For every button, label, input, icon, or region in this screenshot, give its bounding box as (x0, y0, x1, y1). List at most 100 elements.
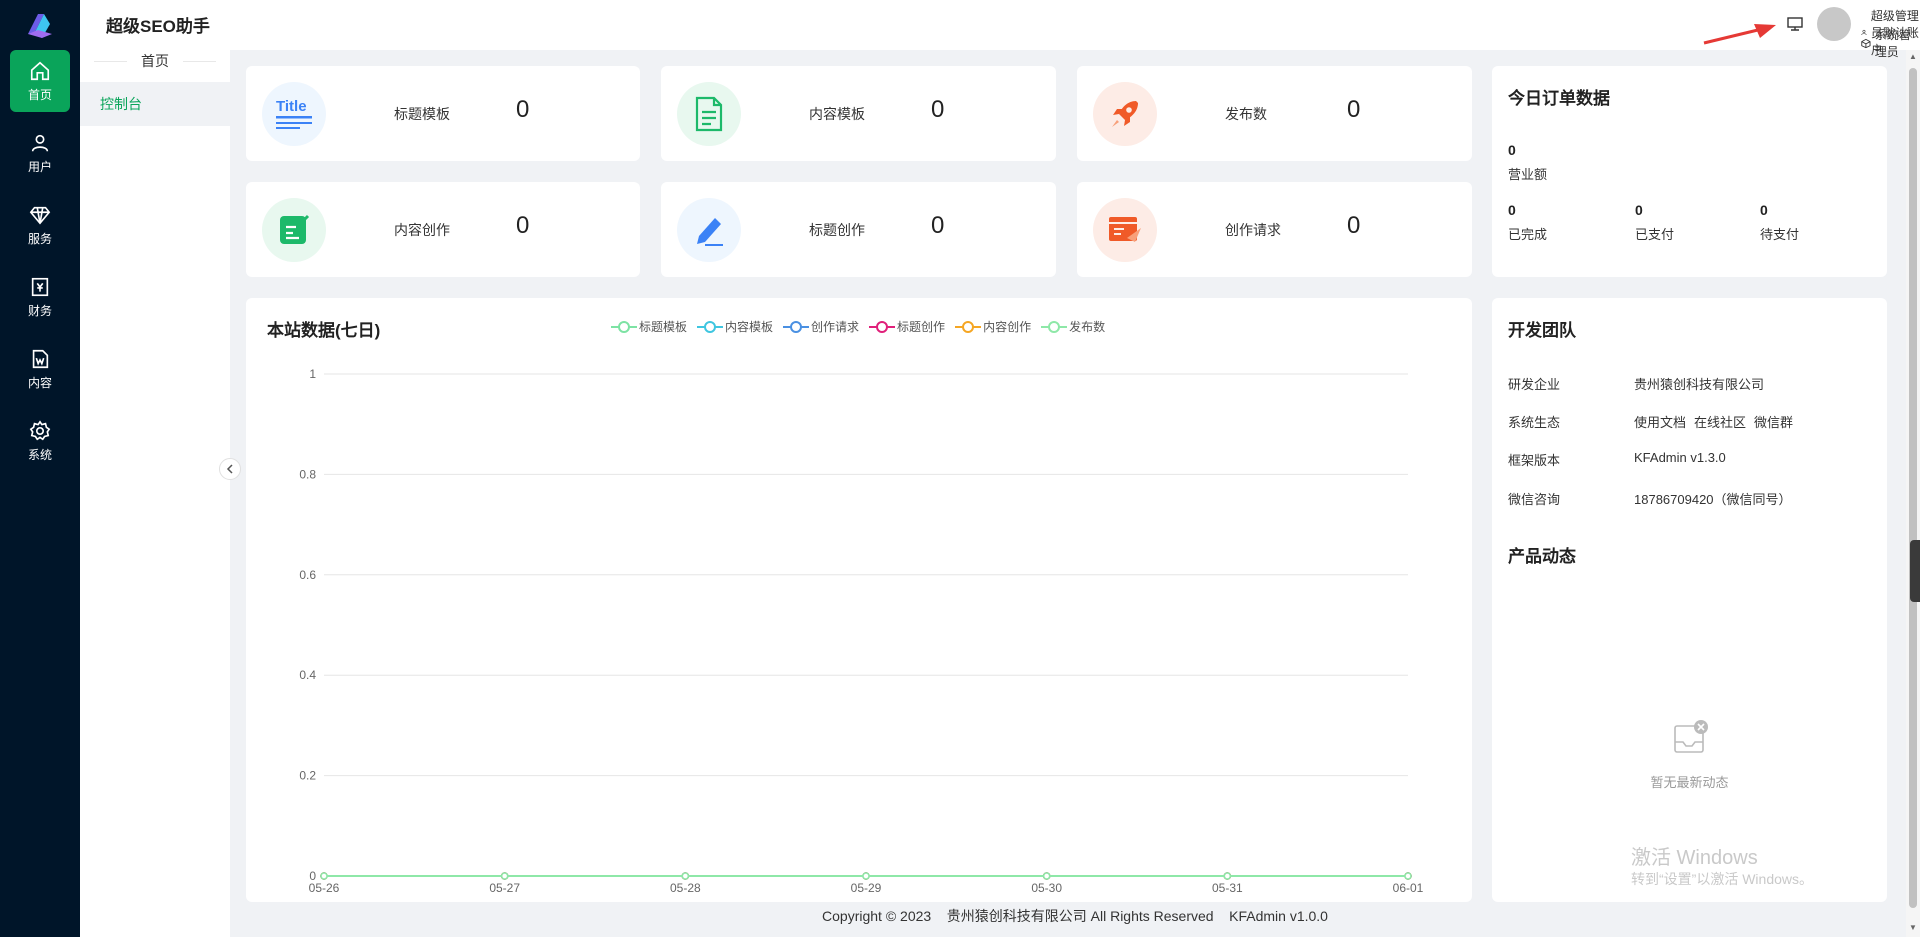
side-rail: 首页 用户 服务 财务 内容 系统 (0, 0, 80, 937)
scroll-up-arrow-icon[interactable]: ▲ (1908, 52, 1918, 62)
x-tick-label: 06-01 (1393, 881, 1424, 895)
rail-label: 首页 (27, 88, 52, 102)
stat-label: 创作请求 (1225, 222, 1281, 238)
data-point (1223, 872, 1232, 880)
home-icon (30, 61, 50, 81)
submenu-item-console[interactable]: 控制台 (80, 82, 230, 126)
company-value: 贵州猿创科技有限公司 (1634, 377, 1765, 392)
stat-card-publish[interactable]: 发布数 0 (1077, 66, 1472, 161)
cube-icon (1861, 38, 1871, 48)
data-point (862, 872, 870, 880)
stat-label: 标题创作 (809, 222, 865, 238)
x-tick-label: 05-30 (1031, 881, 1062, 895)
page-scrollbar[interactable]: ▲ ▼ (1906, 50, 1920, 937)
finance-icon (31, 277, 49, 297)
company-key: 研发企业 (1508, 377, 1561, 392)
activation-watermark-title: 激活 Windows (1631, 847, 1758, 869)
paid-value: 0 (1635, 202, 1643, 218)
wechat-group-link[interactable]: 微信群 (1754, 415, 1793, 430)
chevron-left-icon (226, 464, 233, 474)
submenu-title-text: 首页 (127, 53, 183, 69)
revenue-label: 营业额 (1508, 167, 1548, 182)
version-key: 框架版本 (1508, 453, 1561, 468)
rail-item-finance[interactable]: 财务 (10, 266, 70, 328)
y-tick-label: 0.4 (299, 668, 316, 682)
stat-value: 0 (516, 96, 530, 123)
docs-link[interactable]: 使用文档 (1634, 415, 1686, 430)
empty-news-text: 暂无最新动态 (1650, 775, 1729, 790)
side-floating-tab[interactable] (1910, 540, 1920, 602)
stat-card-create-request[interactable]: 创作请求 0 (1077, 182, 1472, 277)
y-tick-label: 1 (309, 367, 316, 381)
stat-label: 发布数 (1225, 106, 1267, 122)
sub-menu: 首页 控制台 (80, 50, 230, 937)
rail-label: 财务 (27, 304, 52, 318)
diamond-icon (29, 206, 51, 225)
news-title: 产品动态 (1508, 547, 1576, 566)
data-point (320, 872, 328, 880)
revenue-value: 0 (1508, 142, 1516, 158)
stat-icon-wrap (262, 198, 326, 262)
x-tick-label: 05-27 (489, 881, 520, 895)
title-template-icon: Title (276, 98, 312, 129)
activation-watermark-hint: 转到“设置”以激活 Windows。 (1631, 871, 1814, 887)
wechat-key: 微信咨询 (1508, 492, 1561, 507)
today-orders-card: 今日订单数据 0 营业额 0 已完成 0 已支付 0 待支付 (1492, 66, 1887, 277)
app-title: 超级SEO助手 (106, 17, 210, 36)
stat-value: 0 (516, 212, 530, 239)
completed-value: 0 (1508, 202, 1516, 218)
stat-card-title-template[interactable]: Title 标题模板 0 (246, 66, 640, 161)
orders-title: 今日订单数据 (1508, 89, 1610, 108)
version-value: KFAdmin v1.3.0 (1634, 450, 1726, 465)
data-point (500, 872, 509, 880)
pen-icon (697, 218, 723, 246)
x-tick-label: 05-29 (851, 881, 882, 895)
wechat-value: 18786709420（微信同号） (1634, 492, 1792, 507)
stat-label: 内容创作 (394, 222, 450, 238)
x-tick-label: 05-28 (670, 881, 701, 895)
community-link[interactable]: 在线社区 (1694, 415, 1746, 430)
x-tick-label: 05-31 (1212, 881, 1243, 895)
team-title: 开发团队 (1508, 321, 1576, 340)
rail-item-content[interactable]: 内容 (10, 338, 70, 400)
y-tick-label: 0.6 (299, 568, 316, 582)
scroll-down-arrow-icon[interactable]: ▼ (1908, 923, 1918, 933)
data-point (1042, 872, 1051, 880)
stat-card-content-create[interactable]: 内容创作 0 (246, 182, 640, 277)
rail-label: 内容 (27, 376, 52, 390)
user-icon (31, 134, 49, 152)
dev-team-card: 开发团队 研发企业 贵州猿创科技有限公司 系统生态 使用文档 在线社区 微信群 框架… (1492, 298, 1887, 902)
content-create-icon (280, 214, 310, 244)
stat-icon-wrap (1093, 198, 1157, 262)
content-template-icon (695, 96, 723, 132)
avatar[interactable] (1817, 7, 1851, 41)
rail-item-service[interactable]: 服务 (10, 194, 70, 256)
line-chart: 00.20.40.60.8105-26 05-27 05-28 05-29 05-30 0… (299, 367, 1424, 895)
stat-card-content-template[interactable]: 内容模板 0 (661, 66, 1056, 161)
eco-links: 使用文档 在线社区 微信群 (1634, 412, 1801, 431)
rail-item-system[interactable]: 系统 (10, 410, 70, 472)
scroll-thumb[interactable] (1909, 68, 1917, 908)
svg-text:Title: Title (276, 98, 307, 115)
stat-card-title-create[interactable]: 标题创作 0 (661, 182, 1056, 277)
data-point (681, 872, 690, 880)
pending-label: 待支付 (1760, 227, 1800, 242)
y-tick-label: 0.2 (299, 769, 316, 783)
collapse-menu-button[interactable] (219, 458, 241, 480)
stat-icon-wrap (1093, 82, 1157, 146)
rail-label: 用户 (27, 160, 52, 174)
top-header: 超级SEO助手 超级管理员默认账户 系统管理员 (80, 0, 1920, 59)
rail-item-home[interactable]: 首页 (10, 50, 70, 112)
submenu-title: 首页 (80, 50, 230, 82)
stat-icon-wrap (677, 198, 741, 262)
stat-label: 标题模板 (394, 106, 450, 122)
logo-icon (28, 14, 52, 38)
y-tick-label: 0.8 (299, 467, 316, 481)
fullscreen-monitor-icon[interactable] (1786, 15, 1804, 33)
stat-value: 0 (931, 212, 945, 239)
gear-icon (29, 420, 51, 441)
empty-inbox-icon (1674, 720, 1708, 753)
stat-value: 0 (1347, 96, 1361, 123)
rail-item-user[interactable]: 用户 (10, 122, 70, 184)
stat-value: 0 (1347, 212, 1361, 239)
